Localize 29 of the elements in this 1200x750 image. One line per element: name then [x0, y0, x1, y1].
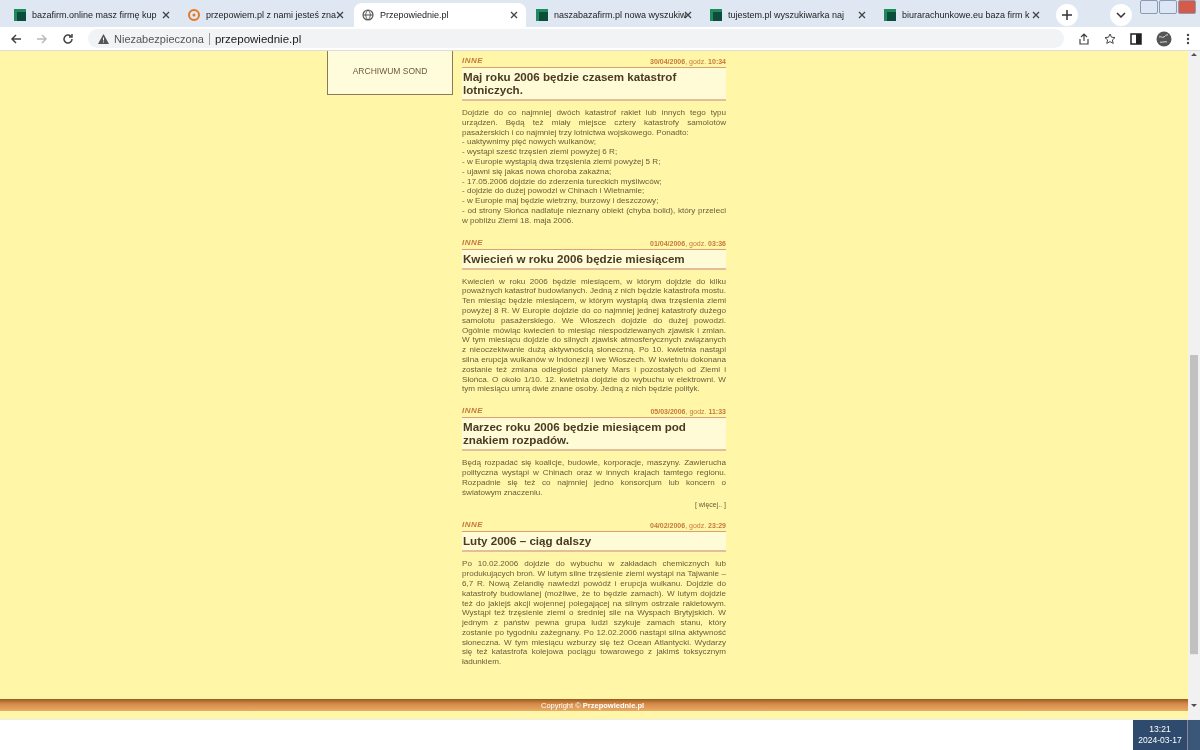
article-text: Będą rozpadać się koalicje, budowle, korporacje, maszyny. Zawierucha polityczna wystąpi w Chinach oraz w innych krajach tamtego regionu. Rozpadnie się też co najmniej jedno konsorcjum lub koncern o światowym znaczeniu.	[462, 458, 726, 498]
article-text: - 17.05.2006 dojdzie do zderzenia tureckich myśliwców;	[462, 176, 663, 187]
browser-tab[interactable]: Przepowiednie.pl	[354, 3, 526, 27]
article-title: Marzec roku 2006 będzie miesiącem pod znakiem rozpadów.	[462, 417, 726, 452]
article-text: - wystąpi sześć trzęsień ziemi powyżej 6 R;	[462, 147, 619, 157]
article-text: - w Europie wystąpią dwa trzęsienia ziemi powyżej 5 R;	[462, 157, 662, 167]
browser-tab[interactable]: biurarachunkowe.eu baza firm k	[876, 3, 1048, 27]
sidebar-link[interactable]: ARCHIWUM SOND	[352, 66, 428, 76]
article-text: Kwiecień w roku 2006 będzie miesiącem, w którym dojdzie do kilku poważnych katastrof budowlanych. Jedną z nich będzie katastrofa mostu. Ten miesiąc będzie miesiącem, w którym wystąpią dwa trzęsienia ziemi powyżej 8 R. W Europie dojdzie do co najmniej jednej katastrofy dużego samolotu pasażerskiego. We Włoszech dojdzie do dużej powodzi. Ogólnie mówiąc kwiecień to miesiąc niespodziewanych zjawisk i zmian. W tym miesiącu dojdzie do silnych zjawisk atmosferycznych związanych z nieoczekiwanie dużą aktywnością słoneczną. Po 10. kwietnia nastąpi silna erupcja wulkanów w Indonezji i we Włoszech. W kwietniu dokonana zostanie też zmiana odległości planety Mars i pozostałych od Ziemi i Słońca. O około 1/10. 12. kwietnia dojdzie do wybuchu w elektrowni. W tym miesiącu umrą dwie znane osoby. Jedną z nich będzie polityk.	[462, 276, 726, 395]
article-text: - uaktywnimy pięć nowych wulkanów;	[462, 137, 598, 148]
browser-tab[interactable]: naszabazafirm.pl nowa wyszukiw	[528, 3, 700, 27]
article-text: - od strony Słońca nadlatuje nieznany obiekt (chyba bolid), który przeleci w pobliżu Ziemi 18. maja 2006.	[462, 205, 726, 226]
article-title: Kwiecień w roku 2006 będzie miesiącem	[462, 248, 726, 270]
article-text: - ujawni się jakaś nowa choroba zakaźna;	[462, 166, 613, 177]
article-text: - dojdzie do dużej powodzi w Chinach i Wietnamie;	[462, 186, 646, 197]
article-text: Dojdzie do co najmniej dwóch katastrof rakiet lub innych tego typu urządzeń. Będą też miały miejsce cztery katastrofy samolotów pasażerskich i co najmniej trzy lotnictwa wojskowego. Ponadto:	[462, 108, 726, 138]
article-text: - w Europie maj będzie wietrzny, burzowy i deszczowy;	[462, 196, 660, 206]
category-label: INNE	[462, 56, 484, 65]
category-label: INNE	[462, 520, 484, 530]
browser-tab[interactable]: tujestem.pl wyszukiwarka naj	[702, 3, 874, 27]
browser-tab[interactable]: przepowiem.pl z nami jesteś zna	[180, 3, 352, 27]
category-label: INNE	[462, 237, 484, 247]
taskbar-clock[interactable]: 13:21 2024-03-17	[1133, 720, 1187, 750]
browser-tab[interactable]: bazafirm.online masz firmę kup	[6, 3, 178, 27]
article-title: Maj roku 2006 będzie czasem katastrof lotniczych.	[462, 67, 726, 101]
category-label: INNE	[462, 406, 484, 416]
article-title: Luty 2006 – ciąg dalszy	[462, 531, 726, 553]
address-bar[interactable]: Niezabezpieczona przepowiednie.pl	[88, 29, 1064, 48]
article-text: Po 10.02.2006 dojdzie do wybuchu w zakładach chemicznych lub produkujących broń. W lutym silne trzęsienie ziemi wystąpi na Tajwanie – 6,7 R. Nową Zelandię nawiedzi powódź i erupcja wulkanu. Dojdzie do katastrofy budowlanej (możliwe, że to będzie zamach). W lutym dojdzie też do jakiejś akcji wojennej polegającej na silnym ostrzale rakietowym. Wystąpi też trzęsienie ziemi o średniej sile na Wyspach Brytyjskich. W jednym z państw pewna grupa ludzi szykuje zamach stanu, który zostanie po tygodniu zażegnany. Po 12.02.2006 nastąpi silna aktywność słoneczna. W tym miesiącu wzburzy się też Ocean Atlantycki. Wydarzy się też katastrofa kolejowa pociągu towarowego z jakimś toksycznym ładunkiem.	[462, 559, 726, 668]
